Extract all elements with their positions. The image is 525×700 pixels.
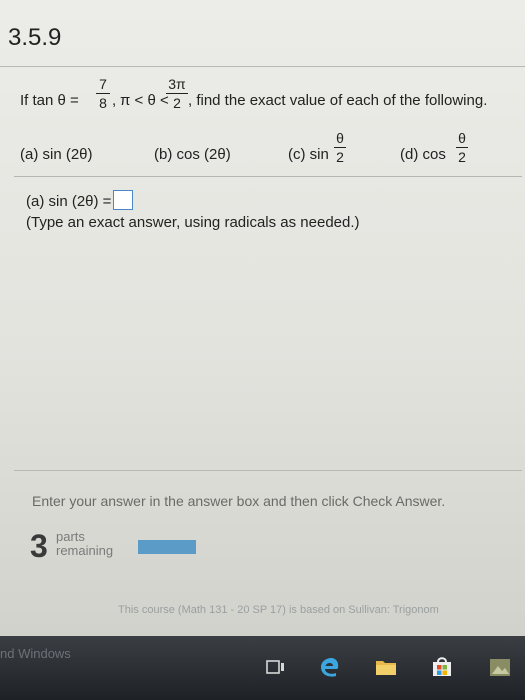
answer-hint: (Type an exact answer, using radicals as… — [26, 214, 360, 231]
problem-suffix: , find the exact value of each of the fo… — [188, 92, 488, 109]
app-icon[interactable] — [488, 656, 512, 678]
fraction-numerator: 7 — [99, 76, 107, 92]
answer-label: (a) sin (2θ) = — [26, 193, 112, 210]
parts-word: parts — [56, 529, 85, 544]
header: 3.5.9 — [0, 0, 525, 67]
fraction-denominator: 2 — [336, 149, 344, 165]
store-icon[interactable] — [430, 656, 454, 678]
fraction-theta-2: θ 2 — [456, 130, 468, 165]
edge-browser-icon[interactable] — [318, 656, 342, 678]
instruction-bar: Enter your answer in the answer box and … — [14, 470, 522, 525]
parts-remaining-label: parts remaining — [56, 530, 113, 558]
problem-separator: , — [112, 92, 117, 109]
divider — [14, 176, 522, 177]
fraction-bar — [334, 147, 346, 148]
taskbar-search-text[interactable]: nd Windows — [0, 646, 71, 661]
sub-parts: (a) sin (2θ) (b) cos (2θ) (c) sin θ 2 (d… — [20, 130, 520, 174]
part-c-label: (c) sin — [288, 146, 329, 163]
fraction-bar — [166, 93, 188, 94]
progress-bar — [138, 540, 196, 554]
course-note: This course (Math 131 - 20 SP 17) is bas… — [118, 604, 439, 616]
fraction-numerator: θ — [336, 130, 344, 146]
section-number: 3.5.9 — [8, 24, 62, 51]
answer-input[interactable] — [113, 190, 134, 210]
fraction-numerator: 3π — [168, 76, 186, 92]
windows-taskbar: nd Windows — [0, 636, 525, 700]
fraction-3pi-2: 3π 2 — [166, 76, 188, 111]
fraction-theta-2: θ 2 — [334, 130, 346, 165]
fraction-denominator: 8 — [99, 95, 107, 111]
file-explorer-icon[interactable] — [374, 656, 398, 678]
fraction-denominator: 2 — [173, 95, 181, 111]
task-view-icon[interactable] — [264, 656, 288, 678]
fraction-bar — [96, 93, 110, 94]
fraction-numerator: θ — [458, 130, 466, 146]
problem-prefix: If tan θ = — [20, 92, 79, 109]
answer-line: (a) sin (2θ) = — [26, 190, 134, 210]
fraction-denominator: 2 — [458, 149, 466, 165]
page: 3.5.9 If tan θ = 7 8 , π < θ < 3π 2 , fi… — [0, 0, 525, 636]
part-a-label: (a) sin (2θ) — [20, 146, 93, 163]
part-d-label: (d) cos — [400, 146, 446, 163]
problem-condition: π < θ < — [120, 92, 169, 109]
fraction-7-8: 7 8 — [96, 76, 110, 111]
remaining-word: remaining — [56, 543, 114, 558]
part-b-label: (b) cos (2θ) — [154, 146, 231, 163]
instruction-text: Enter your answer in the answer box and … — [32, 493, 446, 509]
problem-statement: If tan θ = 7 8 , π < θ < 3π 2 , find the… — [20, 76, 520, 136]
parts-remaining-count: 3 — [30, 528, 48, 564]
fraction-bar — [456, 147, 468, 148]
